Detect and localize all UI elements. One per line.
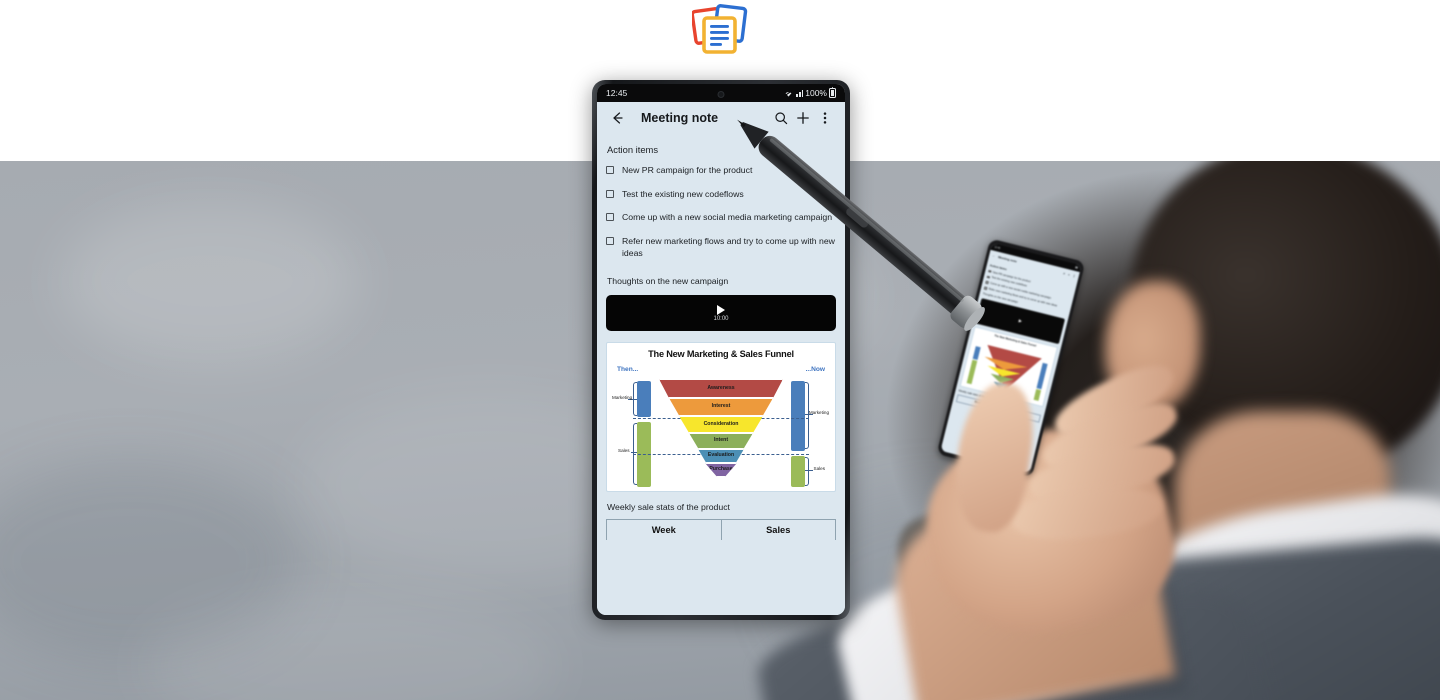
section-heading: Action items	[607, 144, 659, 155]
small-checkbox-icon	[983, 286, 988, 290]
wifi-icon	[784, 89, 794, 97]
list-item[interactable]: Refer new marketing flows and try to com…	[606, 235, 836, 260]
funnel-stage: Evaluation	[698, 449, 744, 464]
list-item-label: Come up with a new social media marketin…	[622, 212, 833, 223]
funnel-stage-label: Intent	[713, 437, 729, 444]
video-duration: 10:00	[713, 315, 729, 322]
checkbox-icon[interactable]	[606, 189, 614, 198]
play-triangle-icon[interactable]	[717, 304, 725, 315]
small-status-time: 12:45	[993, 245, 1001, 251]
chart-plot-area: Then... ...Now Marketing Sales Marketing…	[611, 364, 831, 488]
annotation-then: Then...	[617, 366, 639, 374]
left-marketing-label: Marketing	[612, 395, 633, 401]
app-bar: Meeting note	[597, 102, 845, 134]
table-caption: Weekly sale stats of the product	[607, 502, 730, 513]
status-time: 12:45	[606, 88, 628, 98]
front-camera-punch-hole	[717, 91, 725, 98]
plus-icon[interactable]	[792, 107, 814, 129]
small-bar	[966, 359, 978, 385]
small-search-icon: ⌕	[1062, 271, 1066, 276]
battery-icon	[829, 86, 836, 98]
battery-percent: 100%	[805, 88, 827, 98]
left-sales-label: Sales	[618, 448, 630, 454]
status-bar: 12:45 100%	[597, 84, 845, 102]
funnel-stage: Awareness	[659, 379, 783, 399]
right-marketing-label: Marketing	[808, 410, 829, 416]
annotation-now: ...Now	[805, 366, 825, 374]
list-item[interactable]: New PR campaign for the product	[606, 164, 836, 177]
column-header-week: Week	[607, 520, 722, 541]
checkbox-icon[interactable]	[606, 166, 614, 174]
thoughts-paragraph: Thoughts on the new campaign	[607, 276, 729, 287]
small-checkbox-icon	[985, 280, 989, 285]
search-icon[interactable]	[770, 107, 792, 129]
page-title: Meeting note	[641, 111, 719, 125]
list-item-label: Test the existing new codeflows	[622, 188, 744, 199]
checkbox-icon[interactable]	[606, 236, 614, 245]
small-add-icon: +	[1067, 272, 1071, 277]
funnel-stage-label: Purchase	[709, 466, 733, 473]
right-sales-brace	[805, 457, 809, 487]
list-item-label: Refer new marketing flows and try to com…	[622, 235, 835, 259]
phone-screen: 12:45 100% Meeting note Action items New…	[597, 84, 845, 615]
list-item[interactable]: Come up with a new social media marketin…	[606, 211, 836, 224]
right-sales-bar	[791, 456, 805, 488]
right-sales-label: Sales	[813, 466, 826, 472]
right-marketing-brace	[805, 382, 809, 450]
funnel-stage-label: Awareness	[707, 384, 735, 391]
small-bar	[972, 346, 981, 360]
more-vertical-icon[interactable]	[814, 107, 836, 129]
column-header-sales: Sales	[721, 520, 835, 541]
funnel-stage-label: Consideration	[703, 420, 739, 427]
video-player[interactable]: 10:00	[606, 295, 836, 332]
funnel-stage: Purchase	[705, 463, 737, 478]
funnel-stage-label: Evaluation	[707, 452, 735, 459]
funnel-stage: Interest	[669, 398, 773, 417]
status-icons: 100%	[783, 86, 836, 98]
left-marketing-bar	[637, 381, 651, 418]
cellular-signal-icon	[796, 89, 804, 97]
back-arrow-icon[interactable]	[606, 107, 628, 129]
funnel-stage: Consideration	[679, 416, 763, 434]
small-more-icon: ⋮	[1072, 273, 1077, 279]
note-content: Action items New PR campaign for the pro…	[597, 134, 845, 615]
funnel-stage: Intent	[689, 433, 753, 450]
small-bar	[1033, 388, 1042, 401]
chart-title: The New Marketing & Sales Funnel	[648, 349, 794, 360]
funnel-stages: Awareness Interest Consideration Intent …	[659, 379, 783, 478]
funnel-diagram-image[interactable]: The New Marketing & Sales Funnel Then...…	[606, 342, 836, 493]
main-phone-device: 12:45 100% Meeting note Action items New…	[592, 80, 850, 620]
right-marketing-bar	[791, 381, 805, 452]
small-back-icon: ←	[991, 253, 996, 259]
funnel-stage-label: Interest	[711, 403, 731, 410]
leader-line	[805, 470, 813, 472]
samsung-notes-logo	[690, 4, 748, 56]
small-checkbox-icon	[988, 269, 992, 274]
small-status-icons: ▮▮	[1074, 265, 1079, 270]
list-item[interactable]: Test the existing new codeflows	[606, 188, 836, 201]
list-item-label: New PR campaign for the product	[622, 165, 753, 175]
leader-line	[631, 452, 637, 454]
checkbox-icon[interactable]	[606, 213, 614, 222]
small-checkbox-icon	[986, 275, 990, 279]
sales-table: Week Sales	[606, 519, 836, 541]
